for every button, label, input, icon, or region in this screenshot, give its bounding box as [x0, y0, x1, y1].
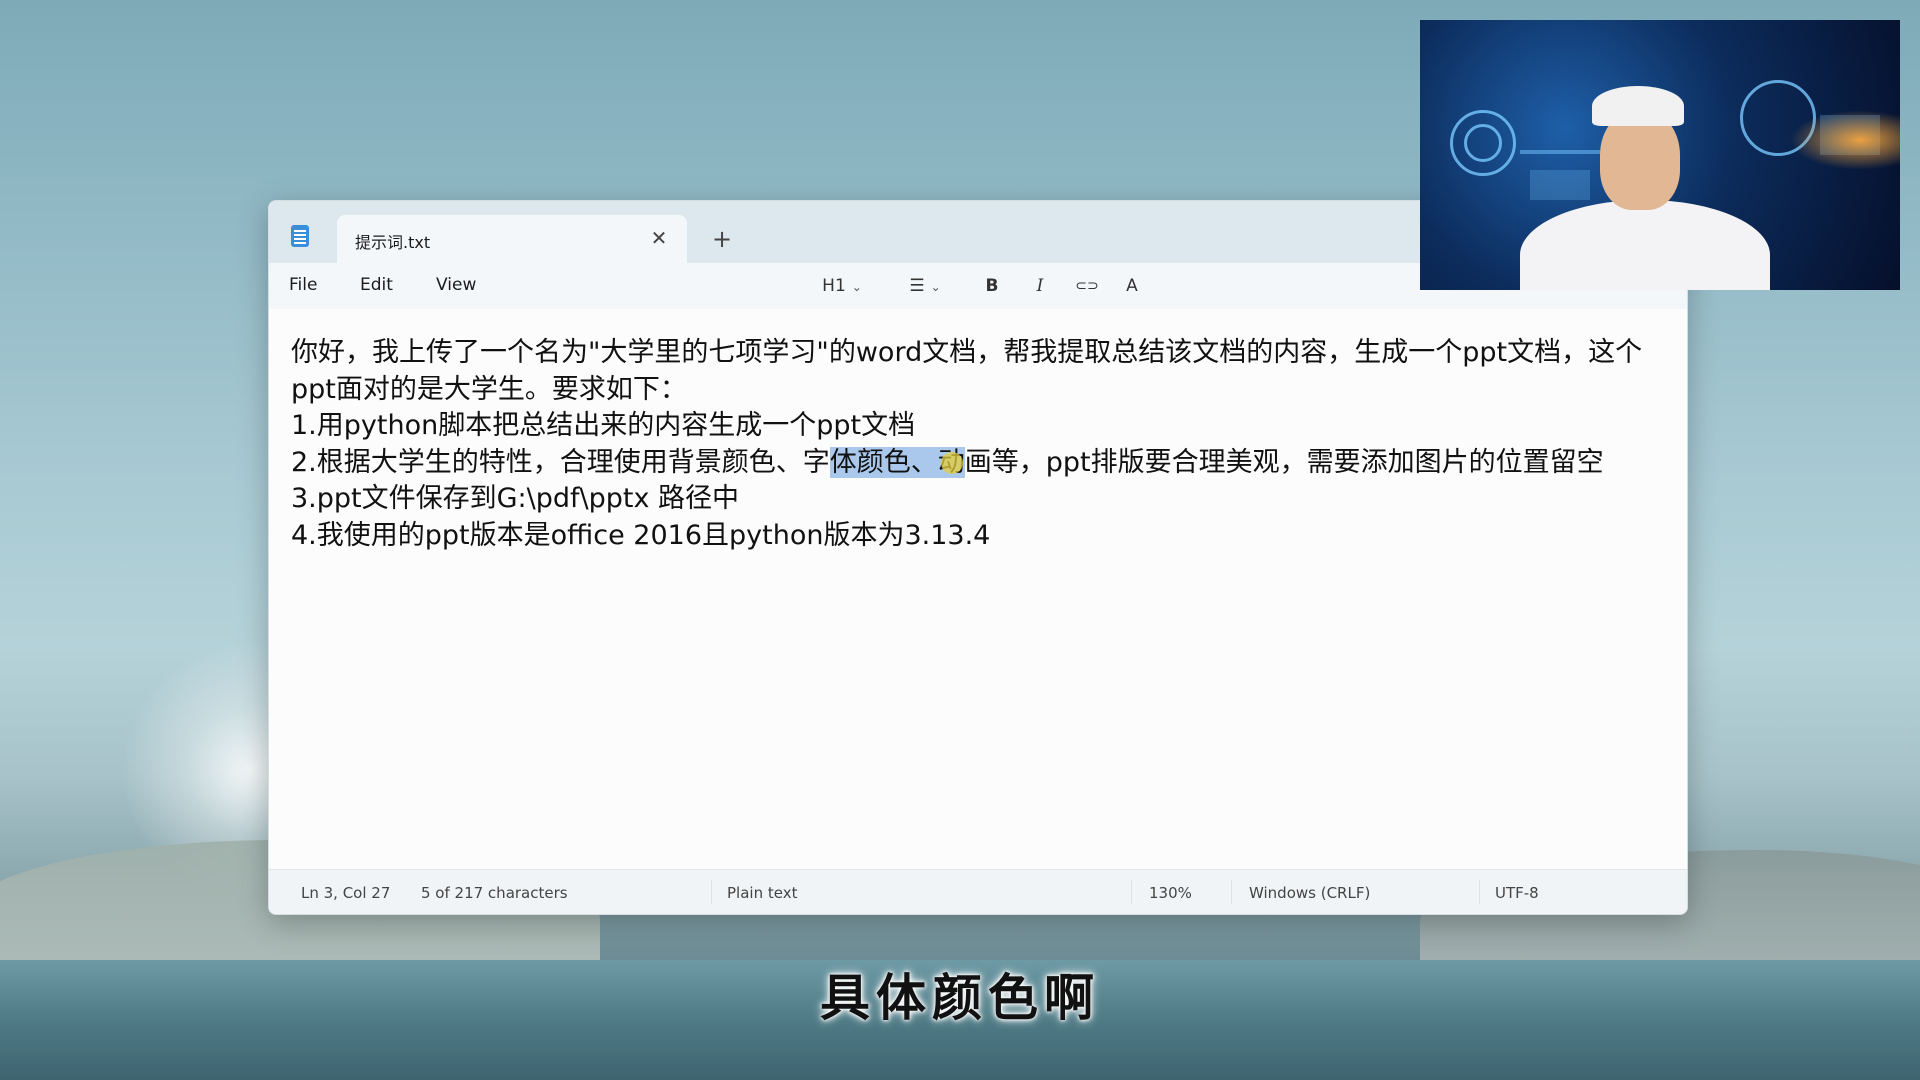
text-line-4-start: 2.根据大学生的特性，合理使用背景颜色、字 — [291, 446, 830, 478]
text-line-1: 你好，我上传了一个名为"大学里的七项学习"的word文档，帮我提取总结该文档的内… — [291, 337, 1643, 368]
chevron-down-icon: ⌄ — [930, 280, 941, 294]
text-line-4-end: 画等，ppt排版要合理美观，需要添加图片的位置留空 — [964, 446, 1604, 478]
hud-ring — [1464, 124, 1502, 162]
webcam-overlay — [1420, 20, 1900, 290]
desktop-wallpaper: 提示词.txt ✕ + File Edit View H1 ⌄ ☰ ⌄ B I ⊂⊃… — [0, 0, 1920, 1080]
status-divider — [1131, 880, 1132, 904]
heading-label: H1 — [822, 276, 846, 296]
italic-button[interactable]: I — [1025, 271, 1055, 301]
encoding[interactable]: UTF-8 — [1495, 884, 1539, 902]
chevron-down-icon: ⌄ — [851, 280, 862, 294]
notepad-window: 提示词.txt ✕ + File Edit View H1 ⌄ ☰ ⌄ B I ⊂⊃… — [268, 200, 1688, 915]
menu-file[interactable]: File — [289, 275, 317, 295]
file-format: Plain text — [727, 884, 798, 902]
hud-bar — [1520, 150, 1600, 154]
line-ending[interactable]: Windows (CRLF) — [1249, 884, 1370, 902]
text-line-6: 4.我使用的ppt版本是office 2016且python版本为3.13.4 — [291, 519, 991, 551]
text-line-4: 2.根据大学生的特性，合理使用背景颜色、字体颜色、动画等，ppt排版要合理美观，… — [291, 445, 1681, 482]
status-divider — [711, 880, 712, 904]
menu-edit[interactable]: Edit — [360, 275, 393, 295]
tab-title: 提示词.txt — [355, 233, 431, 252]
selection-count: 5 of 217 characters — [421, 884, 568, 902]
document-text[interactable]: 你好，我上传了一个名为"大学里的七项学习"的word文档，帮我提取总结该文档的内… — [291, 335, 1681, 554]
list-dropdown[interactable]: ☰ ⌄ — [897, 271, 953, 301]
link-icon[interactable]: ⊂⊃ — [1069, 271, 1105, 301]
list-icon: ☰ — [909, 276, 925, 296]
hud-panel — [1530, 170, 1590, 200]
status-divider — [1231, 880, 1232, 904]
text-line-3: 1.用python脚本把总结出来的内容生成一个ppt文档 — [291, 410, 916, 441]
text-line-2: ppt面对的是大学生。要求如下： — [291, 373, 687, 405]
text-editor[interactable]: 你好，我上传了一个名为"大学里的七项学习"的word文档，帮我提取总结该文档的内… — [269, 309, 1687, 869]
tab-close-icon[interactable]: ✕ — [645, 224, 673, 252]
cursor-position: Ln 3, Col 27 — [301, 884, 391, 902]
notepad-app-icon — [291, 225, 309, 247]
text-line-5: 3.ppt文件保存到G:\pdf\pptx 路径中 — [291, 483, 740, 514]
presenter-cap — [1592, 86, 1684, 126]
presenter-body — [1520, 200, 1770, 290]
status-bar: Ln 3, Col 27 5 of 217 characters Plain t… — [269, 869, 1687, 914]
status-divider — [1479, 880, 1480, 904]
cursor-highlight — [940, 452, 963, 474]
bold-button[interactable]: B — [977, 271, 1007, 301]
video-subtitle: 具体颜色啊 — [820, 969, 1100, 1027]
menu-view[interactable]: View — [436, 275, 476, 295]
heading-dropdown[interactable]: H1 ⌄ — [815, 271, 869, 301]
new-tab-button[interactable]: + — [706, 223, 738, 255]
orange-glow — [1790, 110, 1900, 170]
spellcheck-icon[interactable]: A — [1117, 271, 1147, 301]
zoom-level[interactable]: 130% — [1149, 884, 1192, 902]
tab-document[interactable]: 提示词.txt ✕ — [337, 215, 687, 263]
